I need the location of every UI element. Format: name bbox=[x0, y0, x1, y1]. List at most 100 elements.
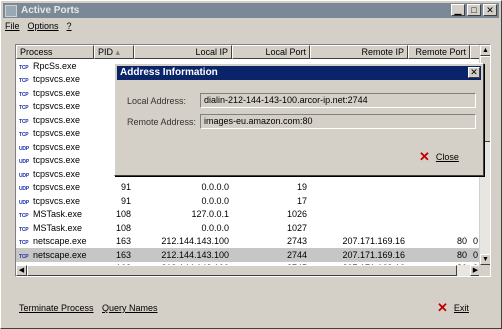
table-row[interactable]: TCP MSTask.exe 108 0.0.0.0 1027 bbox=[16, 221, 482, 235]
active-ports-window: Active Ports ▁ □ ✕ File Options ? Proces… bbox=[0, 0, 502, 329]
process-name: tcpsvcs.exe bbox=[33, 87, 81, 98]
cell-pid: 91 bbox=[120, 182, 131, 193]
protocol-icon: TCP bbox=[19, 240, 29, 247]
column-header-local-port[interactable]: Local Port bbox=[232, 45, 310, 59]
cell-local-ip: 127.0.0.1 bbox=[191, 209, 229, 220]
dialog-close-button[interactable]: ✕ Close bbox=[419, 150, 459, 163]
process-name: tcpsvcs.exe bbox=[33, 195, 81, 206]
address-info-dialog: Address Information ✕ Local Address: dia… bbox=[114, 63, 484, 176]
exit-button[interactable]: ✕ Exit bbox=[437, 301, 469, 314]
terminate-process-label: Terminate Process bbox=[19, 303, 94, 313]
cell-process: TCP netscape.exe bbox=[16, 250, 94, 260]
cell-process: UDP tcpsvcs.exe bbox=[16, 169, 94, 179]
process-name: MSTask.exe bbox=[33, 222, 83, 233]
cell-local-port: 2743 bbox=[286, 236, 307, 247]
dialog-close-icon[interactable]: ✕ bbox=[468, 67, 480, 78]
process-name: netscape.exe bbox=[33, 236, 87, 247]
column-header-remote-port[interactable]: Remote Port bbox=[408, 45, 470, 59]
local-address-field[interactable]: dialin-212-144-143-100.arcor-ip.net:2744 bbox=[200, 93, 476, 108]
protocol-icon: TCP bbox=[19, 64, 29, 71]
process-name: tcpsvcs.exe bbox=[33, 101, 81, 112]
cell-process: TCP netscape.exe bbox=[16, 236, 94, 246]
cell-local-ip: 0.0.0.0 bbox=[201, 182, 229, 193]
process-name: tcpsvcs.exe bbox=[33, 182, 81, 193]
exit-label: Exit bbox=[453, 302, 469, 313]
query-names-button[interactable]: Query Names bbox=[102, 303, 158, 313]
cell-local-ip: 212.144.143.100 bbox=[161, 236, 229, 247]
process-name: RpcSs.exe bbox=[33, 60, 77, 71]
cell-pid: 108 bbox=[115, 222, 131, 233]
cell-process: UDP tcpsvcs.exe bbox=[16, 142, 94, 152]
scroll-up-icon[interactable]: ▲ bbox=[480, 45, 490, 56]
cell-process: TCP tcpsvcs.exe bbox=[16, 74, 94, 84]
scroll-left-icon[interactable]: ◀ bbox=[16, 265, 27, 276]
cell-process: UDP tcpsvcs.exe bbox=[16, 182, 94, 192]
sort-arrow-icon: ▴ bbox=[115, 47, 121, 57]
table-row[interactable]: TCP MSTask.exe 108 127.0.0.1 1026 bbox=[16, 208, 482, 222]
cell-process: TCP tcpsvcs.exe bbox=[16, 101, 94, 111]
cell-process: TCP tcpsvcs.exe bbox=[16, 88, 94, 98]
protocol-icon: UDP bbox=[19, 172, 29, 179]
cell-local-port: 2744 bbox=[286, 249, 307, 260]
table-row[interactable]: UDP tcpsvcs.exe 91 0.0.0.0 19 bbox=[16, 181, 482, 195]
protocol-icon: TCP bbox=[19, 132, 29, 139]
query-names-label: Query Names bbox=[102, 303, 158, 313]
protocol-icon: TCP bbox=[19, 253, 29, 260]
process-name: tcpsvcs.exe bbox=[33, 155, 81, 166]
minimize-icon[interactable]: ▁ bbox=[451, 4, 465, 16]
dialog-title[interactable]: Address Information bbox=[117, 66, 481, 80]
cell-remote-port: 80 bbox=[456, 249, 467, 260]
process-name: tcpsvcs.exe bbox=[33, 114, 81, 125]
cell-local-ip: 212.144.143.100 bbox=[161, 249, 229, 260]
scroll-corner bbox=[479, 265, 490, 276]
table-row[interactable]: UDP tcpsvcs.exe 91 0.0.0.0 17 bbox=[16, 194, 482, 208]
exit-x-icon: ✕ bbox=[437, 300, 448, 315]
hscroll-thumb[interactable] bbox=[27, 265, 457, 276]
cell-pid: 91 bbox=[120, 195, 131, 206]
cell-local-port: 1026 bbox=[286, 209, 307, 220]
protocol-icon: TCP bbox=[19, 118, 29, 125]
column-header-remote-ip[interactable]: Remote IP bbox=[310, 45, 408, 59]
cell-local-port: 1027 bbox=[286, 222, 307, 233]
protocol-icon: TCP bbox=[19, 91, 29, 98]
app-icon bbox=[5, 4, 17, 17]
column-header-pid-label: PID bbox=[98, 47, 114, 57]
cell-pid: 163 bbox=[115, 249, 131, 260]
close-icon[interactable]: ✕ bbox=[483, 4, 497, 16]
maximize-icon[interactable]: □ bbox=[467, 4, 481, 16]
process-name: tcpsvcs.exe bbox=[33, 168, 81, 179]
protocol-icon: UDP bbox=[19, 199, 29, 206]
cell-local-ip: 0.0.0.0 bbox=[201, 195, 229, 206]
table-row[interactable]: TCP netscape.exe 163 212.144.143.100 2743 207… bbox=[16, 235, 482, 249]
remote-address-field[interactable]: images-eu.amazon.com:80 bbox=[200, 114, 476, 129]
cell-process: TCP MSTask.exe bbox=[16, 223, 94, 233]
table-row[interactable]: TCP netscape.exe 163 212.144.143.100 2744 207… bbox=[16, 248, 482, 262]
scroll-down-icon[interactable]: ▼ bbox=[480, 254, 490, 265]
process-name: tcpsvcs.exe bbox=[33, 141, 81, 152]
menu-file[interactable]: File bbox=[5, 21, 20, 31]
cell-process: TCP MSTask.exe bbox=[16, 209, 94, 219]
protocol-icon: TCP bbox=[19, 105, 29, 112]
horizontal-scrollbar[interactable]: ◀ ▶ bbox=[16, 265, 481, 276]
process-name: tcpsvcs.exe bbox=[33, 74, 81, 85]
menu-options[interactable]: Options bbox=[28, 21, 59, 31]
column-header-pid[interactable]: PID ▴ bbox=[94, 45, 134, 59]
menu-bar: File Options ? bbox=[5, 21, 72, 31]
window-title: Active Ports bbox=[21, 5, 80, 16]
cell-remote-ip: 207.171.169.16 bbox=[342, 249, 405, 260]
title-bar[interactable]: Active Ports ▁ □ ✕ bbox=[3, 3, 499, 18]
cell-process: UDP tcpsvcs.exe bbox=[16, 196, 94, 206]
column-header-local-ip[interactable]: Local IP bbox=[134, 45, 232, 59]
process-name: netscape.exe bbox=[33, 249, 87, 260]
protocol-icon: TCP bbox=[19, 226, 29, 233]
cell-process: TCP RpcSs.exe bbox=[16, 61, 94, 71]
terminate-process-button[interactable]: Terminate Process bbox=[19, 303, 94, 313]
cell-process: TCP tcpsvcs.exe bbox=[16, 128, 94, 138]
list-header: Process PID ▴ Local IP Local Port Remote… bbox=[16, 45, 482, 59]
column-header-process[interactable]: Process bbox=[16, 45, 94, 59]
cell-local-ip: 0.0.0.0 bbox=[201, 222, 229, 233]
menu-help[interactable]: ? bbox=[67, 21, 72, 31]
remote-address-label: Remote Address: bbox=[127, 117, 197, 127]
dialog-close-label: Close bbox=[435, 151, 459, 162]
protocol-icon: TCP bbox=[19, 78, 29, 85]
